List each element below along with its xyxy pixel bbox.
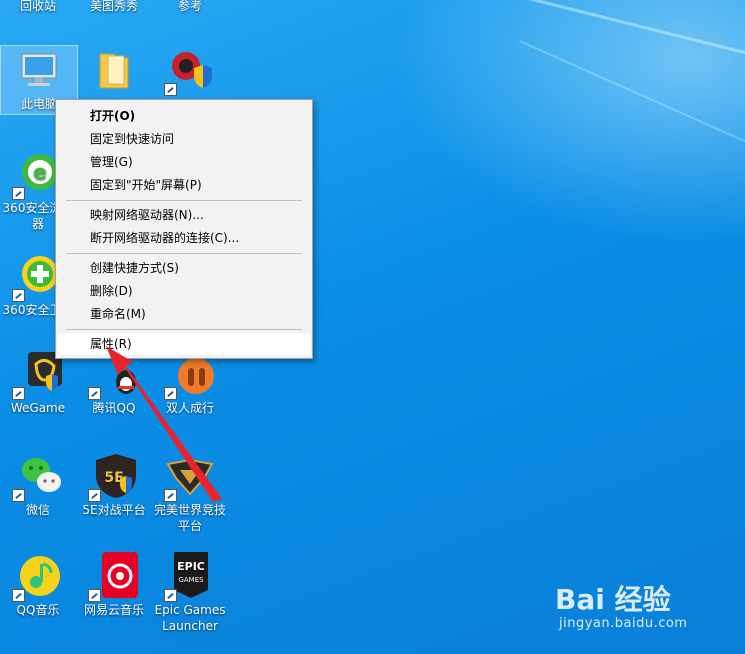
watermark-brand: Bai 经验 [555,583,671,616]
annotation-arrow [106,346,222,502]
desktop[interactable]: 回收站 美图秀秀 参考 此电脑 e 360安全浏览器 360安全卫士 WeGam… [0,0,745,654]
watermark-url: jingyan.baidu.com [559,616,688,631]
baidu-jingyan-watermark: Bai 经验 jingyan.baidu.com [535,578,735,638]
